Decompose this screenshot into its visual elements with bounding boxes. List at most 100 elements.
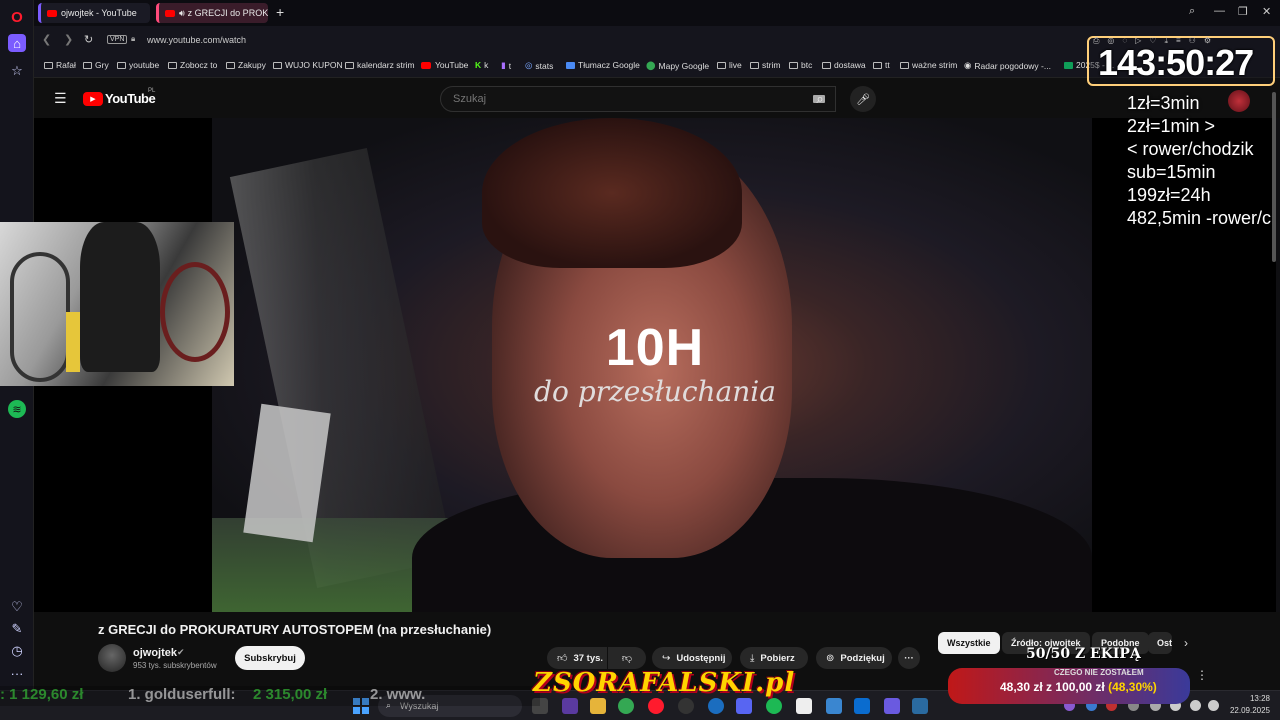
opera-icon[interactable] [648,698,664,714]
reload-button[interactable]: ↻ [84,33,93,46]
file-explorer-icon[interactable] [590,698,606,714]
bookmark-item[interactable]: btc [789,60,812,70]
rule-line: 199zł=24h [1127,185,1211,205]
search-button[interactable]: ⌕ [800,86,840,112]
subathon-timer: 143:50:27 [1098,42,1254,83]
search-input[interactable] [453,93,773,105]
folder-icon [117,61,126,69]
app-icon[interactable] [826,698,842,714]
spotify-icon[interactable] [766,698,782,714]
bookmark-item[interactable]: strim [750,60,780,70]
like-button[interactable]: 👍︎ 37 tys. [547,647,607,669]
spotify-icon[interactable]: ≋ [8,400,26,418]
bookmark-item[interactable]: live [717,60,742,70]
bookmark-item[interactable]: kalendarz strim [345,60,415,70]
network-icon[interactable] [1190,700,1201,711]
folder-icon [750,61,759,69]
bike-frame-yellow [66,312,80,372]
heart-icon[interactable]: ♡ [8,598,26,616]
tab-ojwojtek[interactable]: ojwojtek - YouTube [38,3,150,23]
share-button[interactable]: ↪ Udostępnij [652,647,732,669]
verified-icon: ✔ [177,647,185,657]
bookmark-item[interactable]: ◉ Radar pogodowy -... [964,60,1051,71]
url-field[interactable]: www.youtube.com/watch [147,35,246,45]
bookmark-item[interactable]: Tłumacz Google [566,60,640,70]
app-icon[interactable] [854,698,870,714]
history-icon[interactable]: ◷ [8,642,26,660]
back-button[interactable]: ❮ [42,33,51,46]
bookmark-item[interactable]: tt [873,60,890,70]
bookmark-item[interactable]: Rafał [44,60,76,70]
ticker-user: 1. golduserfull: [128,686,236,703]
youtube-logo-icon[interactable]: ▶ [83,92,103,106]
bookmark-item[interactable]: Zakupy [226,60,266,70]
bookmark-item[interactable]: WUJO KUPON [273,60,343,70]
download-button[interactable]: ⤓ Pobierz [740,647,808,669]
home-icon[interactable]: ⌂ [8,34,26,52]
thanks-button[interactable]: ⊚ Podziękuj [816,647,892,669]
taskbar-time[interactable]: 13:28 [1230,694,1270,703]
search-tabs-icon[interactable]: ⌕ [1189,5,1195,18]
donation-rules: 1zł=3min 2zł=1min > < rower/chodzik sub=… [1127,92,1280,230]
folder-icon [345,61,354,69]
bookmark-item[interactable]: Kk [475,60,488,70]
bookmark-item[interactable]: ◎ stats [525,60,553,71]
sheets-icon [1064,61,1073,69]
bookmark-item[interactable]: ważne strim [900,60,957,70]
discord-icon[interactable] [736,698,752,714]
bookmark-item[interactable]: youtube [117,60,159,70]
dislike-button[interactable]: 👎︎ [608,647,646,669]
bookmark-item[interactable]: YouTube [421,60,468,70]
app-icon[interactable] [796,698,812,714]
rule-line: < rower/chodzik [1127,139,1254,159]
close-button[interactable]: ✕ [1262,5,1271,18]
edit-icon[interactable]: ✎ [8,620,26,638]
scrollbar[interactable] [1272,92,1276,262]
forward-button[interactable]: ❯ [64,33,73,46]
voice-search-button[interactable]: 🎤︎ [850,86,876,112]
opera-logo-icon[interactable]: O [8,8,26,26]
vpn-badge[interactable]: VPN [107,35,128,44]
folder-icon [44,61,53,69]
more-icon[interactable]: ··· [8,664,26,682]
chrome-icon[interactable] [618,698,634,714]
new-tab-button[interactable]: + [276,4,284,20]
search-box[interactable] [440,86,836,112]
app-icon[interactable] [562,698,578,714]
app-icon[interactable] [708,698,724,714]
volume-icon[interactable] [1208,700,1219,711]
app-icon[interactable] [884,698,900,714]
rule-line: 1zł=3min [1127,93,1200,113]
ticker-next: 2. www. [370,686,426,703]
lock-icon[interactable]: 🔒︎ [131,34,135,44]
tab-video[interactable]: 🔊︎ z GRECJI do PROKURA [156,3,268,23]
bookmark-item[interactable]: Gry [83,60,109,70]
share-icon: ↪ [662,652,671,664]
channel-name[interactable]: ojwojtek [133,647,177,659]
tab-label: z GRECJI do PROKURA [187,8,268,18]
app-icon[interactable] [912,698,928,714]
bookmark-item[interactable]: ⬤ Mapy Google [646,60,709,71]
folder-icon [873,61,882,69]
subscriber-count: 953 tys. subskrybentów [133,661,217,670]
more-actions-button[interactable]: ··· [898,647,920,669]
ticker-amount: : 1 129,60 zł [0,686,84,703]
menu-icon[interactable]: ☰ [54,90,67,107]
folder-icon [900,61,909,69]
bookmark-item[interactable]: dostawa [822,60,866,70]
obs-icon[interactable] [678,698,694,714]
more-icon: ··· [904,652,914,664]
bookmark-item[interactable]: Zobocz to [168,60,217,70]
subscribe-button[interactable]: Subskrybuj [235,646,305,670]
star-icon[interactable]: ☆ [8,62,26,80]
stats-icon: ◎ [525,60,533,70]
maximize-button[interactable]: ❐ [1238,5,1248,18]
more-vert-icon[interactable]: ⋮ [1196,668,1208,682]
taskbar-date[interactable]: 22.09.2025 [1220,706,1270,715]
minimize-button[interactable]: — [1214,5,1225,17]
chip-all[interactable]: Wszystkie [938,632,1000,654]
chevron-right-icon[interactable]: › [1184,636,1188,650]
bookmark-item[interactable]: ▮ t [501,60,511,71]
channel-avatar[interactable] [98,644,126,672]
chip-recent[interactable]: Ost [1148,632,1172,654]
